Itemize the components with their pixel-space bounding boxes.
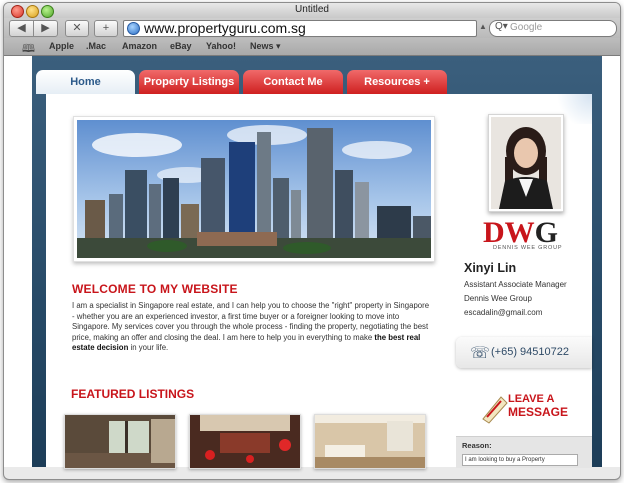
back-arrow-icon: ◀ xyxy=(17,22,26,34)
search-placeholder: Google xyxy=(510,22,543,33)
back-button[interactable]: ◀ xyxy=(9,20,34,37)
listing-thumbnail-1[interactable] xyxy=(64,414,176,469)
web-viewport: Home Property Listings Contact Me Resour… xyxy=(4,56,620,469)
leave-message-line2: MESSAGE xyxy=(508,405,569,419)
featured-listings-heading: FEATURED LISTINGS xyxy=(71,387,195,401)
tab-contact-me[interactable]: Contact Me xyxy=(243,70,343,94)
window-title: Untitled xyxy=(295,4,329,15)
agent-portrait xyxy=(488,114,564,212)
tab-resources[interactable]: Resources + xyxy=(347,70,447,94)
browser-window: Untitled ◀ ▶ ✕ + www.propertyguru.com.sg… xyxy=(3,2,621,480)
bookmark-mac[interactable]: .Mac xyxy=(86,41,106,51)
agent-company: Dennis Wee Group xyxy=(464,294,532,303)
dwg-logo-subtitle: DENNIS WEE GROUP xyxy=(493,245,563,251)
agent-title: Assistant Associate Manager xyxy=(464,280,567,289)
site-nav: Home Property Listings Contact Me Resour… xyxy=(36,70,596,94)
forward-button[interactable]: ▶ xyxy=(33,20,58,37)
bookmark-amazon[interactable]: Amazon xyxy=(122,41,157,51)
listing-thumbnail-3[interactable] xyxy=(314,414,426,469)
leave-message-line1: LEAVE A xyxy=(508,393,555,405)
intro-end-text: in your life. xyxy=(128,343,169,353)
magnifier-icon: Q▾ xyxy=(495,21,508,32)
message-note-icon xyxy=(482,396,508,424)
tab-home[interactable]: Home xyxy=(36,70,135,94)
stop-button[interactable]: ✕ xyxy=(65,20,89,37)
phone-number: (+65) 94510722 xyxy=(491,346,569,358)
welcome-heading: WELCOME TO MY WEBSITE xyxy=(72,282,238,296)
listing-photo-2 xyxy=(190,415,300,468)
page-content: WELCOME TO MY WEBSITE I am a specialist … xyxy=(46,94,592,469)
url-text[interactable]: www.propertyguru.com.sg xyxy=(144,20,306,36)
agent-email[interactable]: escadalin@gmail.com xyxy=(464,308,542,317)
intro-paragraph: I am a specialist in Singapore real esta… xyxy=(72,301,432,354)
globe-icon xyxy=(127,22,140,35)
listing-thumbnail-2[interactable] xyxy=(189,414,301,469)
browser-toolbar: ◀ ▶ ✕ + www.propertyguru.com.sg ▲ Q▾ Goo… xyxy=(4,18,620,38)
skyline-banner xyxy=(73,116,435,262)
phone-contact[interactable]: ☏ (+65) 94510722 xyxy=(456,337,592,368)
bookmark-yahoo[interactable]: Yahoo! xyxy=(206,41,236,51)
agent-sidebar: DWG DENNIS WEE GROUP Xinyi Lin Assistant… xyxy=(453,94,592,468)
bookmarks-bar: 🕮 Apple .Mac Amazon eBay Yahoo! News ▾ xyxy=(4,38,620,56)
singapore-skyline-image xyxy=(77,120,431,258)
stop-x-icon: ✕ xyxy=(72,22,82,34)
address-bar[interactable]: www.propertyguru.com.sg xyxy=(123,20,477,37)
bookmark-ebay[interactable]: eBay xyxy=(170,41,192,51)
telephone-icon: ☏ xyxy=(470,345,491,362)
listing-photo-3 xyxy=(315,415,425,468)
contact-form: Reason: I am looking to buy a Property xyxy=(456,436,592,468)
reason-select[interactable]: I am looking to buy a Property xyxy=(462,454,578,466)
bookmark-apple[interactable]: Apple xyxy=(49,41,74,51)
agent-photo xyxy=(491,117,561,209)
plus-icon: + xyxy=(102,22,110,34)
title-bar[interactable]: Untitled xyxy=(4,3,620,18)
add-bookmark-button[interactable]: + xyxy=(94,20,118,37)
address-chevron-icon[interactable]: ▲ xyxy=(479,22,487,31)
bookmark-news[interactable]: News ▾ xyxy=(250,41,281,52)
search-field[interactable]: Q▾ Google xyxy=(489,20,617,37)
leave-message-button[interactable]: LEAVE A MESSAGE xyxy=(481,389,571,427)
tab-property-listings[interactable]: Property Listings xyxy=(139,70,239,94)
forward-arrow-icon: ▶ xyxy=(41,22,50,34)
agent-name: Xinyi Lin xyxy=(464,261,517,275)
reason-label: Reason: xyxy=(462,441,492,450)
listing-photo-1 xyxy=(65,415,175,468)
